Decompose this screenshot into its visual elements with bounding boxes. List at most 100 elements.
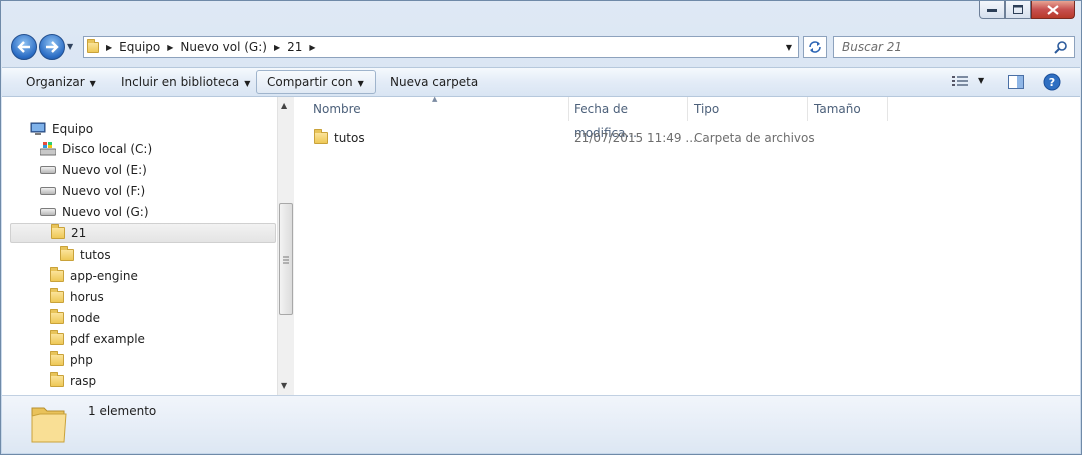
- folder-icon: [50, 309, 64, 324]
- explorer-window: ▼ ▶ Equipo ▶ Nuevo vol (G:) ▶ 21 ▶ ▼ Bus…: [0, 0, 1082, 455]
- include-library-label: Incluir en biblioteca: [121, 75, 240, 89]
- tree-item-equipo[interactable]: Equipo: [30, 119, 93, 139]
- large-folder-icon: [31, 407, 67, 443]
- tree-item-node[interactable]: node: [50, 308, 100, 328]
- back-button[interactable]: [11, 34, 37, 60]
- drive-windows-icon: [40, 142, 56, 156]
- drive-icon: [40, 208, 56, 216]
- folder-icon: [51, 224, 65, 239]
- tree-item-label: horus: [70, 290, 104, 304]
- organize-label: Organizar: [26, 75, 85, 89]
- file-modified: 21/07/2015 11:49 ...: [574, 131, 697, 145]
- navigation-scrollbar[interactable]: ▲ ▼: [277, 97, 294, 395]
- tree-item-label: Nuevo vol (E:): [62, 163, 147, 177]
- crumb-separator[interactable]: ▶: [163, 43, 177, 52]
- drive-icon: [40, 166, 56, 174]
- file-name: tutos: [334, 131, 365, 145]
- change-view-button[interactable]: [952, 75, 968, 90]
- back-arrow-icon: [17, 41, 30, 53]
- new-folder-label: Nueva carpeta: [390, 75, 479, 89]
- navigation-pane[interactable]: Equipo Disco local (C:) Nuevo vol (E:) N…: [2, 97, 277, 395]
- share-label: Compartir con: [267, 75, 353, 89]
- folder-icon: [314, 129, 328, 144]
- crumb-equipo[interactable]: Equipo: [116, 40, 163, 54]
- view-options-dropdown[interactable]: ▼: [978, 76, 984, 85]
- tree-item-label: php: [70, 353, 93, 367]
- column-header-name[interactable]: Nombre: [307, 97, 569, 121]
- refresh-icon: [809, 41, 821, 53]
- crumb-separator[interactable]: ▶: [102, 43, 116, 52]
- svg-text:?: ?: [1049, 76, 1055, 89]
- tree-item-label: Equipo: [52, 122, 94, 136]
- tree-item-drive-f[interactable]: Nuevo vol (F:): [40, 181, 145, 201]
- preview-pane-button[interactable]: [1008, 75, 1024, 92]
- organize-button[interactable]: Organizar ▼: [16, 70, 106, 94]
- tree-item-app-engine[interactable]: app-engine: [50, 266, 138, 286]
- file-row[interactable]: tutos 21/07/2015 11:49 ... Carpeta de ar…: [314, 127, 834, 149]
- drive-icon: [40, 187, 56, 195]
- recent-pages-dropdown[interactable]: ▼: [67, 42, 73, 51]
- tree-item-tutos[interactable]: tutos: [60, 245, 111, 265]
- chevron-down-icon: ▼: [89, 79, 96, 88]
- folder-icon: [50, 288, 64, 303]
- column-header-size[interactable]: Tamaño: [808, 97, 888, 121]
- folder-icon: [50, 372, 64, 387]
- search-input[interactable]: Buscar 21: [833, 36, 1075, 58]
- crumb-21[interactable]: 21: [284, 40, 305, 54]
- tree-item-rasp[interactable]: rasp: [50, 371, 96, 391]
- tree-item-horus[interactable]: horus: [50, 287, 104, 307]
- close-button[interactable]: [1031, 1, 1075, 19]
- forward-button[interactable]: [39, 34, 65, 60]
- new-folder-button[interactable]: Nueva carpeta: [380, 70, 488, 94]
- tree-item-label: Disco local (C:): [62, 142, 153, 156]
- address-bar[interactable]: ▶ Equipo ▶ Nuevo vol (G:) ▶ 21 ▶ ▼: [83, 36, 799, 58]
- folder-icon: [50, 267, 64, 282]
- help-button[interactable]: ?: [1043, 73, 1061, 94]
- crumb-separator[interactable]: ▶: [305, 43, 319, 52]
- tree-item-label: app-engine: [70, 269, 138, 283]
- preview-pane-icon: [1008, 75, 1024, 89]
- refresh-button[interactable]: [803, 36, 827, 58]
- tree-item-label: 21: [71, 226, 87, 240]
- tree-item-label: pdf example: [70, 332, 145, 346]
- column-header-modified[interactable]: Fecha de modifica...: [568, 97, 688, 140]
- tree-item-pdf-example[interactable]: pdf example: [50, 329, 145, 349]
- tree-item-label: Nuevo vol (F:): [62, 184, 146, 198]
- crumb-separator[interactable]: ▶: [270, 43, 284, 52]
- folder-icon: [50, 330, 64, 345]
- tree-item-drive-e[interactable]: Nuevo vol (E:): [40, 160, 147, 180]
- tree-item-label: rasp: [70, 374, 97, 388]
- address-row: ▼ ▶ Equipo ▶ Nuevo vol (G:) ▶ 21 ▶ ▼ Bus…: [9, 33, 1075, 61]
- include-library-button[interactable]: Incluir en biblioteca ▼: [111, 70, 260, 94]
- file-type: Carpeta de archivos: [694, 131, 815, 145]
- tree-item-drive-c[interactable]: Disco local (C:): [40, 139, 152, 159]
- forward-arrow-icon: [46, 41, 59, 53]
- search-icon[interactable]: [1054, 40, 1068, 54]
- column-header-type[interactable]: Tipo: [688, 97, 808, 121]
- folder-icon: [50, 351, 64, 366]
- close-icon: [1047, 4, 1059, 15]
- tree-item-label: tutos: [80, 248, 111, 262]
- minimize-button[interactable]: [979, 1, 1005, 19]
- scrollbar-thumb[interactable]: [279, 203, 293, 315]
- scroll-up-arrow[interactable]: ▲: [281, 101, 287, 110]
- tree-item-php[interactable]: php: [50, 350, 93, 370]
- crumb-drive-g[interactable]: Nuevo vol (G:): [177, 40, 270, 54]
- minimize-icon: [987, 8, 997, 12]
- share-button[interactable]: Compartir con ▼: [256, 70, 376, 94]
- computer-icon: [30, 122, 46, 135]
- tree-item-drive-g[interactable]: Nuevo vol (G:): [40, 202, 149, 222]
- grip-icon: [283, 256, 289, 264]
- help-icon: ?: [1043, 73, 1061, 91]
- maximize-button[interactable]: [1005, 1, 1031, 19]
- search-placeholder: Buscar 21: [842, 40, 903, 54]
- chevron-down-icon: ▼: [244, 79, 251, 88]
- view-details-icon: [952, 76, 968, 86]
- folder-icon: [60, 246, 74, 261]
- tree-item-21[interactable]: 21: [10, 223, 276, 243]
- file-list[interactable]: ▲ Nombre Fecha de modifica... Tipo Tamañ…: [294, 95, 1080, 395]
- command-toolbar: Organizar ▼ Incluir en biblioteca ▼ Compar…: [2, 67, 1080, 97]
- address-history-dropdown[interactable]: ▼: [786, 43, 792, 52]
- scroll-down-arrow[interactable]: ▼: [281, 381, 287, 390]
- address-folder-icon: [84, 38, 102, 53]
